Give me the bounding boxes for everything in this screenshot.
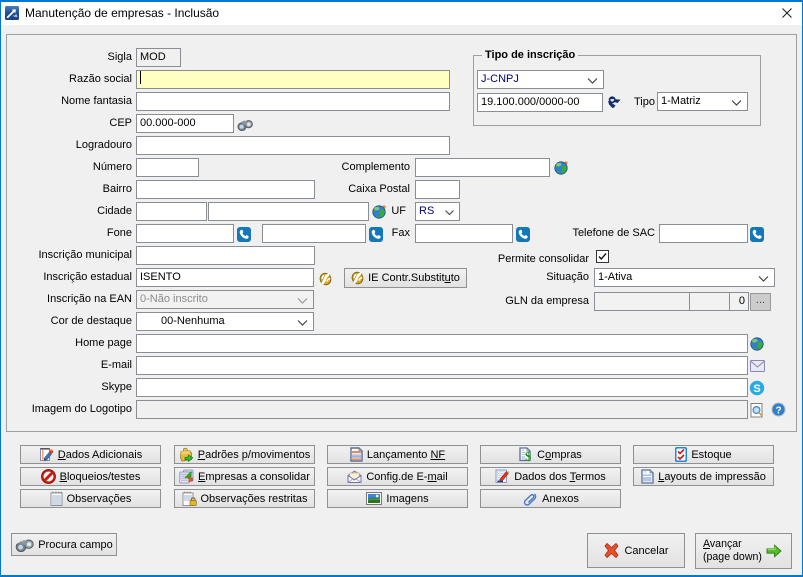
svg-text:S: S (753, 383, 760, 395)
svg-text:?: ? (775, 406, 781, 417)
svg-text:$: $ (525, 449, 531, 463)
